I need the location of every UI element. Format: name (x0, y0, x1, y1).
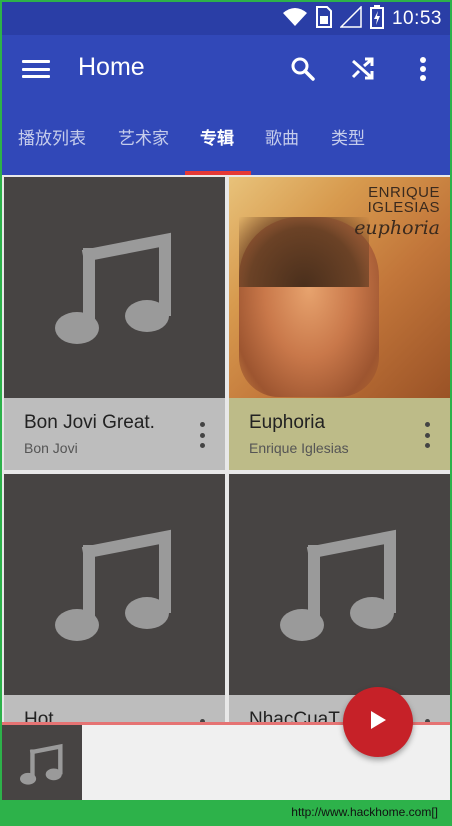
page-title: Home (78, 53, 145, 81)
play-button[interactable] (343, 687, 413, 757)
hamburger-menu-icon[interactable] (22, 57, 50, 81)
album-grid: Bon Jovi Great. Bon Jovi ENRIQUE IGLESIA… (2, 175, 450, 767)
play-icon (369, 710, 387, 735)
tab-songs[interactable]: 歌曲 (265, 123, 299, 175)
more-vert-icon[interactable] (422, 422, 432, 448)
battery-charging-icon (369, 4, 384, 34)
album-cover: ENRIQUE IGLESIAS euphoria (229, 177, 450, 398)
status-time: 10:53 (391, 8, 442, 29)
album-info: Euphoria Enrique Iglesias (229, 398, 450, 470)
watermark-text: http://www.hackhome.com[] (291, 805, 438, 819)
more-vert-icon[interactable] (197, 422, 207, 448)
music-note-icon (279, 517, 400, 652)
signal-icon (339, 4, 362, 33)
cover-face (239, 217, 379, 397)
mini-player-art[interactable] (2, 725, 82, 805)
album-card[interactable]: Bon Jovi Great. Bon Jovi (4, 177, 225, 470)
more-vert-icon[interactable] (407, 53, 439, 85)
album-artist: Enrique Iglesias (249, 440, 349, 456)
sim-card-icon (315, 5, 332, 33)
album-title: Euphoria (249, 412, 326, 433)
album-art (4, 177, 225, 398)
watermark-bar: http://www.hackhome.com[] (0, 800, 452, 826)
album-card[interactable]: ENRIQUE IGLESIAS euphoria Euphoria Enriq… (229, 177, 450, 470)
search-icon[interactable] (287, 53, 319, 85)
app-bar: Home 播放列表 艺术家 专辑 歌曲 类型 (2, 35, 450, 175)
tab-genres[interactable]: 类型 (331, 123, 365, 175)
music-note-icon (54, 517, 175, 652)
music-note-icon (20, 739, 64, 792)
wifi-icon (282, 7, 308, 32)
album-title: Bon Jovi Great. (24, 412, 155, 433)
tab-albums[interactable]: 专辑 (200, 123, 234, 175)
shuffle-icon[interactable] (347, 53, 379, 85)
music-note-icon (54, 220, 175, 355)
cover-text: ENRIQUE IGLESIAS euphoria (354, 184, 440, 239)
tab-artists[interactable]: 艺术家 (118, 123, 169, 175)
album-info: Bon Jovi Great. Bon Jovi (4, 398, 225, 470)
album-art (229, 474, 450, 695)
album-artist: Bon Jovi (24, 440, 78, 456)
screen: 10:53 Home 播放列表 艺术家 专辑 歌曲 类型 Bon Jovi Gr… (0, 0, 452, 826)
tab-bar: 播放列表 艺术家 专辑 歌曲 类型 (2, 123, 450, 175)
status-bar: 10:53 (2, 2, 450, 35)
album-art (4, 474, 225, 695)
tab-playlists[interactable]: 播放列表 (18, 123, 86, 175)
